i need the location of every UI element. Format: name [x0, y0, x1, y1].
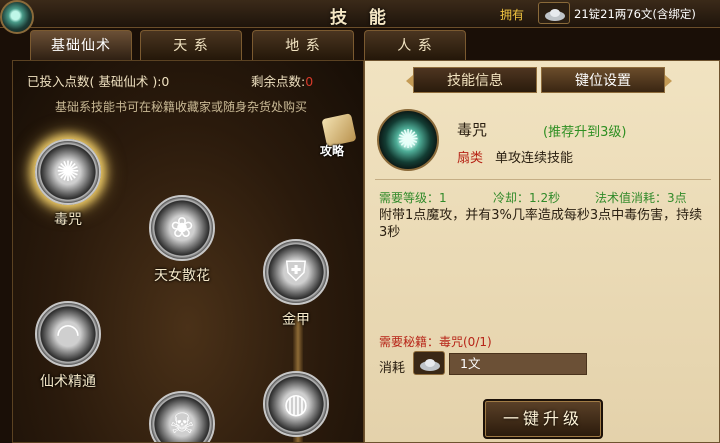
skill-node-label: 仙术精通: [40, 374, 96, 390]
info-tabs: 技能信息 键位设置: [406, 67, 672, 93]
spider-icon: ✺: [35, 139, 101, 205]
remaining-value: 0: [305, 74, 314, 89]
skill-tree-panel: 已投入点数( 基础仙术 ):0 剩余点数:0 基础系技能书可在秘籍收藏家或随身杂…: [12, 60, 364, 443]
tab-earth[interactable]: 地 系: [252, 30, 354, 60]
cave-icon: ◍: [263, 371, 329, 437]
divider: [375, 179, 711, 180]
tab-human[interactable]: 人 系: [364, 30, 466, 60]
fan-icon: ◠: [35, 301, 101, 367]
arrow-right-icon: [665, 75, 672, 87]
money-value: 21锭21两76文: [574, 7, 653, 21]
skill-description: 附带1点魔攻，并有3%几率造成每秒3点中毒伤害，持续3秒: [379, 208, 703, 240]
tab-skill-info-label: 技能信息: [447, 73, 503, 89]
cooldown: 冷却：1.2秒: [493, 191, 561, 205]
consume-value: 1文: [449, 353, 587, 375]
menu-orb-icon[interactable]: [0, 0, 34, 34]
silver-ingot-icon: [413, 351, 445, 375]
remaining-label: 剩余点数:: [251, 74, 306, 89]
book-requirement: 需要秘籍：毒咒(0/1): [379, 335, 492, 349]
skill-node-armor[interactable]: ⛨ 金甲: [263, 239, 329, 328]
money-amount: 21锭21两76文(含绑定): [574, 6, 696, 22]
skill-node-flower[interactable]: ❀ 天女散花: [149, 195, 215, 284]
recommend-level: (推荐升到3级): [543, 125, 627, 140]
skill-node-poison[interactable]: ✺ 毒咒: [35, 139, 101, 228]
tab-skill-info[interactable]: 技能信息: [406, 67, 537, 93]
skill-node-cave[interactable]: ◍: [263, 371, 329, 437]
window-title: 技 能: [330, 8, 394, 28]
money-label: 拥有: [500, 8, 525, 22]
guide-button[interactable]: 攻略: [316, 113, 360, 162]
skill-type: 单攻连续技能: [495, 151, 574, 166]
skill-node-mastery[interactable]: ◠ 仙术精通: [35, 301, 101, 390]
flower-icon: ❀: [149, 195, 215, 261]
skull-icon: ☠: [149, 391, 215, 442]
tab-heaven[interactable]: 天 系: [140, 30, 242, 60]
level-requirement: 需要等级：1: [379, 191, 447, 205]
invested-points: 已投入点数( 基础仙术 ):0: [27, 71, 169, 90]
mana-cost: 法术值消耗：3点: [595, 191, 687, 205]
remaining-points: 剩余点数:0: [251, 71, 313, 90]
tab-keybind-settings[interactable]: 键位设置: [541, 67, 672, 93]
silver-ingot-icon: [538, 2, 570, 24]
skill-node-label: 天女散花: [154, 268, 210, 284]
armor-icon: ⛨: [263, 239, 329, 305]
weapon-school: 扇类: [457, 151, 484, 166]
skill-node-label: 金甲: [282, 312, 310, 328]
tab-basic-skills[interactable]: 基础仙术: [30, 30, 132, 60]
arrow-left-icon: [406, 75, 413, 87]
skill-info-panel: 技能信息 键位设置 ✺ 毒咒 (推荐升到3级) 扇类 单攻连续技能 需要等级：1…: [364, 60, 720, 443]
invested-label: 已投入点数( 基础仙术 ):: [27, 74, 162, 89]
consume-label: 消耗: [379, 361, 406, 376]
selected-skill-name: 毒咒: [457, 121, 488, 139]
money-note: (含绑定): [652, 7, 696, 21]
skill-node-skull[interactable]: ☠: [149, 391, 215, 442]
skill-node-label: 毒咒: [54, 212, 82, 228]
selected-skill-spider-icon: ✺: [377, 109, 439, 171]
invested-value: 0: [161, 74, 170, 89]
title-bar: 技 能 拥有 21锭21两76文(含绑定): [0, 0, 720, 34]
guide-label: 攻略: [320, 144, 345, 158]
skill-book-hint: 基础系技能书可在秘籍收藏家或随身杂货处购买: [55, 100, 308, 114]
one-click-upgrade-button[interactable]: 一键升级: [483, 399, 603, 439]
tab-keybind-label: 键位设置: [575, 73, 631, 89]
